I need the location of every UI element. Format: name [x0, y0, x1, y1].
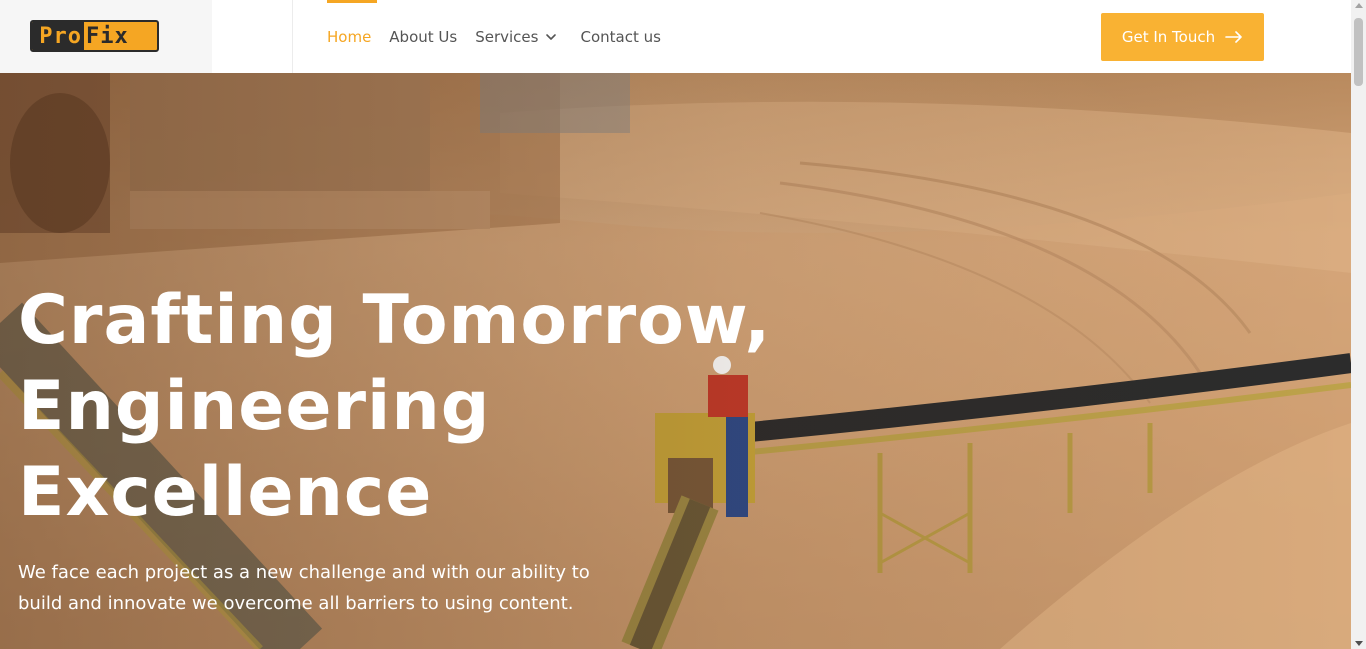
hero-title-line: Excellence: [18, 453, 433, 532]
chevron-down-icon: [546, 33, 557, 40]
hero-section: Crafting Tomorrow, Engineering Excellenc…: [0, 73, 1351, 649]
nav-item-home[interactable]: Home: [327, 0, 378, 73]
nav-item-contact-us[interactable]: Contact us: [580, 0, 660, 73]
profix-logo[interactable]: Pro Fix: [30, 20, 159, 52]
logo-part-fix: Fix: [86, 23, 129, 49]
nav-item-services[interactable]: Services: [475, 0, 558, 73]
nav-contact-label: Contact us: [580, 27, 661, 46]
logo-part-pro: Pro: [32, 22, 84, 50]
scroll-down-icon[interactable]: [1355, 641, 1363, 646]
get-in-touch-button[interactable]: Get In Touch: [1101, 13, 1264, 61]
hero-subtitle-line: We face each project as a new challenge …: [18, 562, 590, 583]
hero-subtitle: We face each project as a new challenge …: [18, 557, 618, 619]
header-divider: [292, 0, 293, 73]
nav-services-label: Services: [475, 27, 539, 46]
arrow-right-icon: [1225, 31, 1242, 43]
hero-title-line: Engineering: [18, 367, 491, 446]
cta-label: Get In Touch: [1121, 28, 1216, 46]
site-header: Pro Fix Home About Us Services Contact u…: [0, 0, 1351, 73]
main-nav: Home About Us Services Contact us: [327, 0, 661, 73]
scroll-up-icon[interactable]: [1355, 3, 1363, 8]
hero-title-line: Crafting Tomorrow,: [18, 281, 772, 360]
hero-subtitle-line: build and innovate we overcome all barri…: [18, 593, 574, 614]
nav-about-label: About Us: [389, 27, 458, 46]
scrollbar-thumb[interactable]: [1354, 18, 1363, 86]
nav-home-label: Home: [327, 27, 372, 46]
page-scrollbar[interactable]: [1351, 0, 1366, 649]
hero-title: Crafting Tomorrow, Engineering Excellenc…: [18, 278, 771, 536]
nav-item-about-us[interactable]: About Us: [389, 0, 457, 73]
logo-container: Pro Fix: [0, 0, 212, 73]
